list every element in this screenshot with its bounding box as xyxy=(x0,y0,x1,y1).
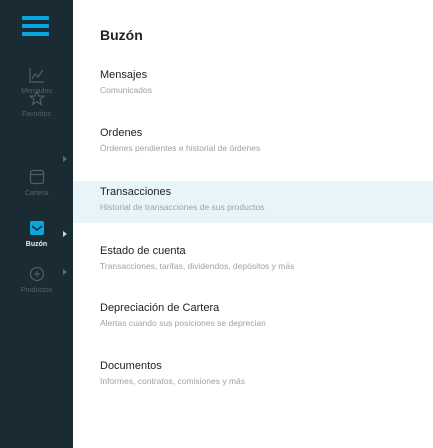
menu-item-description: Informes, contratos, comisiones y más xyxy=(100,376,246,386)
menu-item-title: Depreciación de Cartera xyxy=(100,302,220,314)
menu-item-description: Órdenes pendientes e historial de órdene… xyxy=(100,143,261,153)
menu-item-description: Alertas cuando sus posiciones se depreci… xyxy=(100,318,266,328)
sidebar-item-productos[interactable]: Productos xyxy=(0,264,73,326)
sidebar: Mercados Favoritos Cartera Buzón Product… xyxy=(0,0,73,448)
expand-arrow-icon xyxy=(63,231,67,237)
menu-item-documentos[interactable]: Documentos Informes, contratos, comision… xyxy=(73,355,433,395)
sidebar-item-favoritos[interactable]: Favoritos xyxy=(0,88,73,150)
menu-item-title: Ordenes xyxy=(100,127,143,139)
sidebar-item-label: Cartera xyxy=(24,190,49,197)
sidebar-item-label: Favoritos xyxy=(22,111,51,118)
menu-item-title: Transacciones xyxy=(100,186,172,198)
menu-item-title: Documentos xyxy=(100,360,162,372)
menu-item-description: Comunicados xyxy=(100,85,152,95)
menu-item-ordenes[interactable]: Ordenes Órdenes pendientes e historial d… xyxy=(73,122,433,162)
sidebar-item-label: Buzón xyxy=(25,241,48,248)
menu-item-depreciacion-de-cartera[interactable]: Depreciación de Cartera Alertas cuando s… xyxy=(73,297,433,337)
menu-item-title: Estado de cuenta xyxy=(100,245,186,257)
menu-item-mensajes[interactable]: Mensajes Comunicados xyxy=(73,64,433,104)
menu-item-title: Mensajes xyxy=(100,69,148,81)
page-title: Buzón xyxy=(100,27,143,43)
menu-item-transacciones[interactable]: Transacciones Historial de transacciones… xyxy=(73,181,433,223)
menu-item-description: Transacciones, tarifas, dividendos, depó… xyxy=(100,261,295,271)
star-icon xyxy=(28,90,45,106)
expand-arrow-icon xyxy=(63,269,67,275)
inbox-icon xyxy=(29,221,44,235)
menu-item-description: Historial de transacciones de sus produc… xyxy=(100,202,265,212)
inbox-panel: Buzón Mensajes Comunicados Ordenes Órden… xyxy=(73,0,433,448)
products-icon xyxy=(29,266,44,282)
portfolio-icon xyxy=(29,169,44,185)
hamburger-menu-icon[interactable] xyxy=(22,16,49,37)
expand-arrow-icon xyxy=(63,156,67,162)
menu-item-estado-de-cuenta[interactable]: Estado de cuenta Transacciones, tarifas,… xyxy=(73,240,433,280)
chart-line-icon xyxy=(28,68,44,83)
sidebar-item-label: Productos xyxy=(20,287,53,294)
